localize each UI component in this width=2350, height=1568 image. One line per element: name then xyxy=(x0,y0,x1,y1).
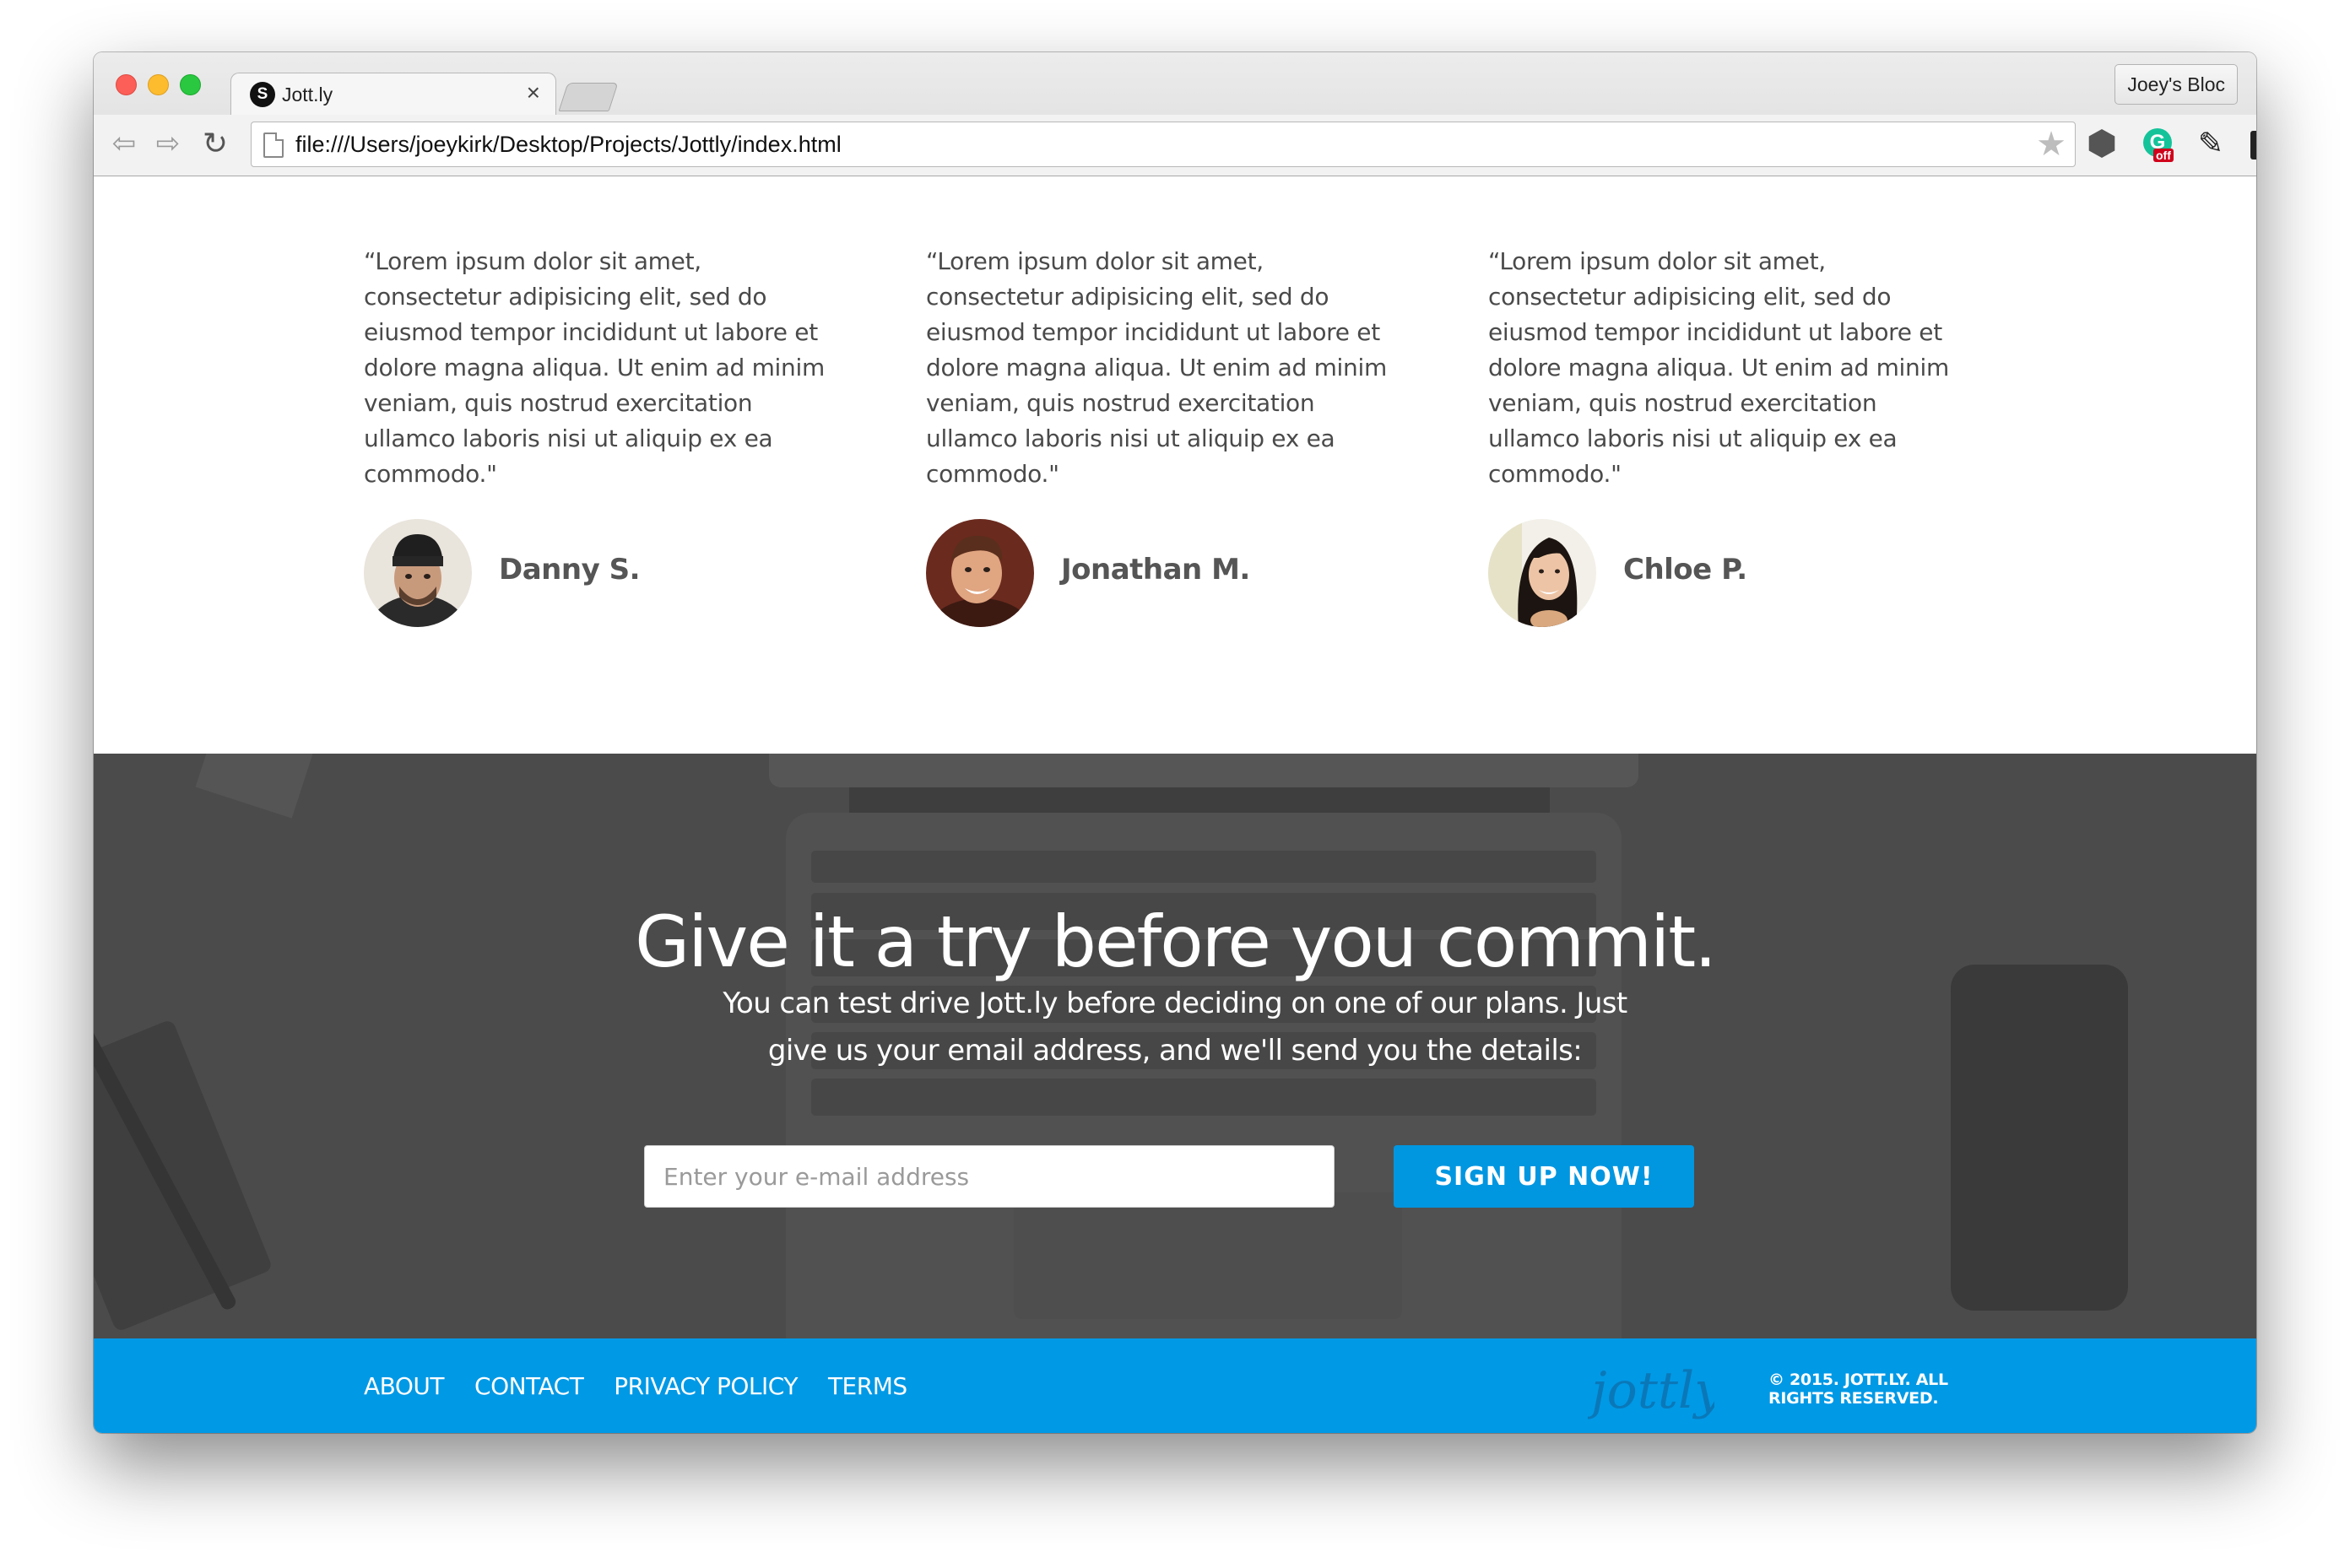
browser-window: S Jott.ly × Joey's Bloc ⇦ ⇨ ↻ file:///Us… xyxy=(94,52,2256,1433)
testimonial-quote: “Lorem ipsum dolor sit amet, consectetur… xyxy=(364,247,825,488)
testimonial-card: “Lorem ipsum dolor sit amet, consectetur… xyxy=(364,244,837,629)
tab-title: Jott.ly xyxy=(282,84,333,105)
testimonial-quote: “Lorem ipsum dolor sit amet, consectetur… xyxy=(926,247,1387,488)
sign-up-button[interactable]: SIGN UP NOW! xyxy=(1394,1145,1694,1208)
copyright-line-2: RIGHTS RESERVED. xyxy=(1768,1389,1939,1408)
browser-chrome: S Jott.ly × Joey's Bloc ⇦ ⇨ ↻ file:///Us… xyxy=(94,52,2256,176)
tab-strip: S Jott.ly × Joey's Bloc xyxy=(94,52,2256,116)
testimonial-name: Chloe P. xyxy=(1623,553,1747,587)
profile-button[interactable]: Joey's Bloc xyxy=(2114,64,2238,105)
testimonial-name: Danny S. xyxy=(499,553,640,587)
page-viewport: “Lorem ipsum dolor sit amet, consectetur… xyxy=(94,176,2256,1433)
copyright-text: © 2015. JOTT.LY. ALL RIGHTS RESERVED. xyxy=(1768,1371,1948,1408)
testimonial-quote: “Lorem ipsum dolor sit amet, consectetur… xyxy=(1488,247,1949,488)
avatar xyxy=(364,519,472,627)
testimonials-section: “Lorem ipsum dolor sit amet, consectetur… xyxy=(94,176,2256,754)
bold-b-extension-icon[interactable]: B xyxy=(2248,127,2256,160)
avatar xyxy=(1488,519,1596,627)
close-window-button[interactable] xyxy=(116,74,137,95)
testimonial-author: Danny S. xyxy=(364,519,837,629)
footer-link-privacy-policy[interactable]: PRIVACY POLICY xyxy=(614,1372,798,1400)
reload-icon[interactable]: ↻ xyxy=(198,127,232,160)
avatar xyxy=(926,519,1034,627)
testimonial-author: Jonathan M. xyxy=(926,519,1399,629)
footer-link-contact[interactable]: CONTACT xyxy=(474,1372,584,1400)
site-footer: ABOUT CONTACT PRIVACY POLICY TERMS jottl… xyxy=(94,1338,2256,1433)
grammarly-off-badge: off xyxy=(2153,149,2174,162)
hexagon-extension-icon[interactable] xyxy=(2085,127,2119,160)
maximize-window-button[interactable] xyxy=(180,74,201,95)
jottly-logo: jottly xyxy=(1588,1361,1714,1420)
minimize-window-button[interactable] xyxy=(148,74,169,95)
testimonial-author: Chloe P. xyxy=(1488,519,1961,629)
footer-link-terms[interactable]: TERMS xyxy=(828,1372,907,1400)
grammarly-icon[interactable]: G off xyxy=(2142,127,2175,162)
testimonial-name: Jonathan M. xyxy=(1061,553,1250,587)
cta-description: You can test drive Jott.ly before decidi… xyxy=(723,987,1627,1068)
url-text[interactable]: file:///Users/joeykirk/Desktop/Projects/… xyxy=(295,122,842,166)
copyright-line-1: © 2015. JOTT.LY. ALL xyxy=(1768,1371,1948,1389)
logo-text: jottly xyxy=(1588,1361,1714,1420)
tab-close-icon[interactable]: × xyxy=(527,79,540,105)
cta-heading: Give it a try before you commit. xyxy=(635,900,1717,984)
star-icon[interactable]: ★ xyxy=(2036,126,2066,163)
signup-cta-section: Give it a try before you commit. You can… xyxy=(94,754,2256,1338)
address-bar[interactable]: file:///Users/joeykirk/Desktop/Projects/… xyxy=(251,122,2076,167)
email-field[interactable] xyxy=(644,1145,1335,1208)
browser-toolbar: ⇦ ⇨ ↻ file:///Users/joeykirk/Desktop/Pro… xyxy=(94,115,2256,176)
testimonial-card: “Lorem ipsum dolor sit amet, consectetur… xyxy=(926,244,1399,629)
favicon-icon: S xyxy=(250,82,275,107)
page-icon xyxy=(263,132,284,158)
browser-tab-active[interactable]: S Jott.ly × xyxy=(230,73,556,116)
edit-icon[interactable]: ✎ xyxy=(2194,127,2228,160)
footer-nav: ABOUT CONTACT PRIVACY POLICY TERMS xyxy=(364,1338,907,1433)
arrow-right-icon[interactable]: ⇨ xyxy=(151,127,185,160)
footer-link-about[interactable]: ABOUT xyxy=(364,1372,445,1400)
testimonial-card: “Lorem ipsum dolor sit amet, consectetur… xyxy=(1488,244,1961,629)
arrow-left-icon[interactable]: ⇦ xyxy=(107,127,141,160)
new-tab-button[interactable] xyxy=(558,83,619,111)
